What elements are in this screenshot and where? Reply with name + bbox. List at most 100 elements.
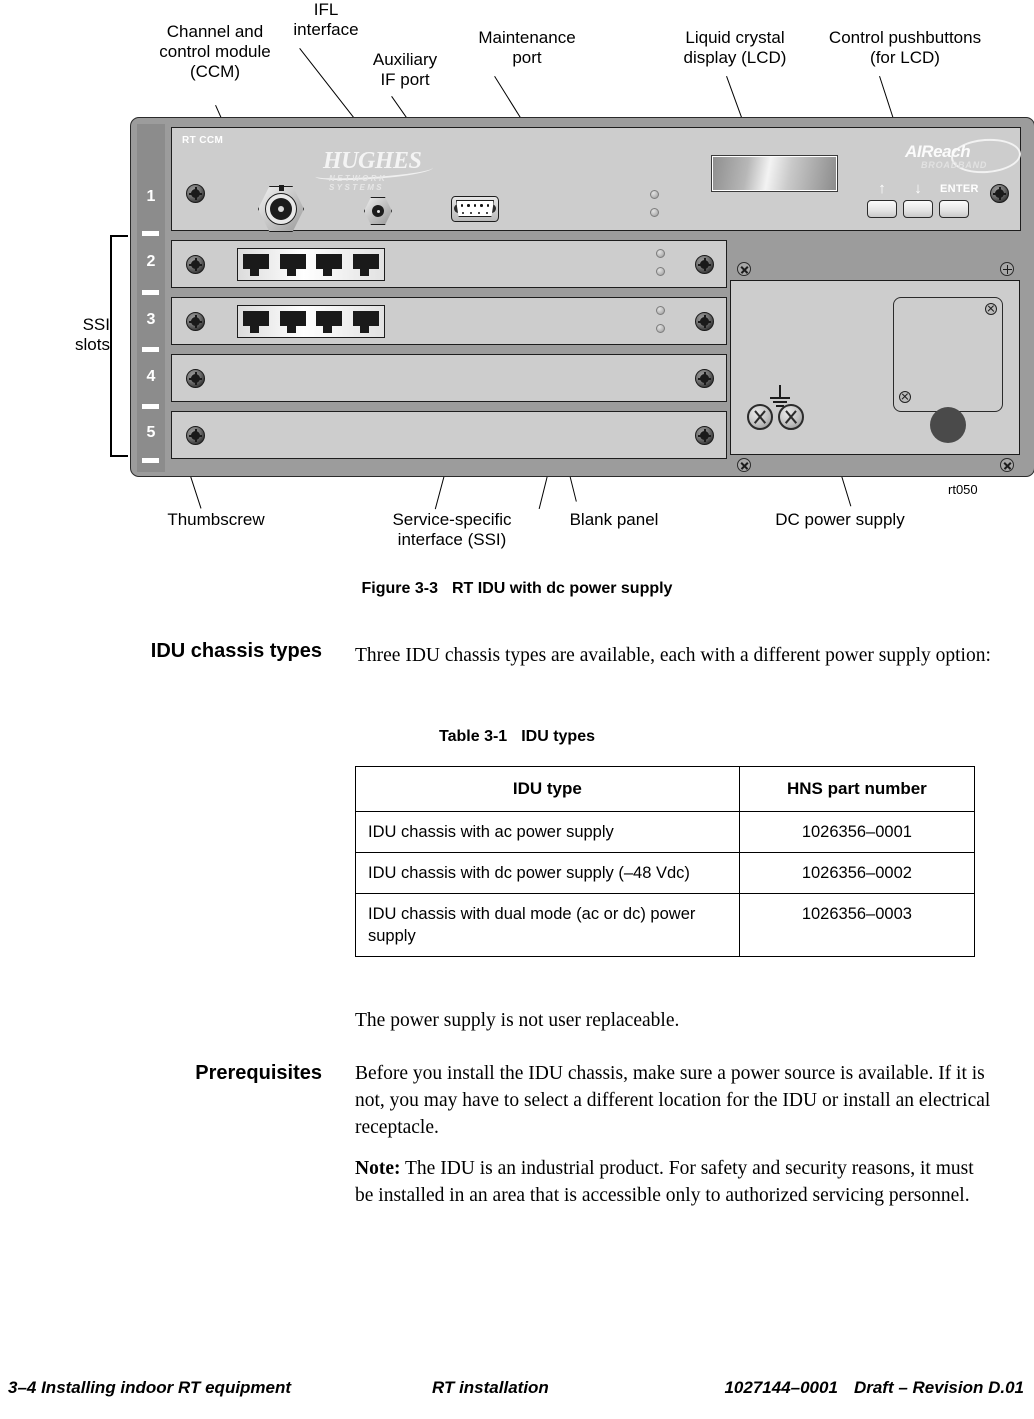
cell-idu-type: IDU chassis with dual mode (ac or dc) po… xyxy=(355,893,740,957)
paragraph-idu-chassis-types-intro: Three IDU chassis types are available, e… xyxy=(355,645,991,666)
paragraph-prerequisites: Before you install the IDU chassis, make… xyxy=(355,1063,991,1138)
footer-left: 3–4 Installing indoor RT equipment xyxy=(8,1378,292,1397)
rj45-port[interactable] xyxy=(243,310,270,333)
rj45-port-block-slot-2[interactable] xyxy=(237,248,385,281)
status-led-2 xyxy=(650,208,659,217)
callout-label-auxiliary-if-port: Auxiliary IF port xyxy=(372,50,438,89)
blank-panel-slot-5 xyxy=(171,411,727,459)
callout-label-thumbscrew: Thumbscrew xyxy=(167,510,265,529)
dc-terminal-negative[interactable] xyxy=(747,404,773,430)
rj45-port[interactable] xyxy=(243,253,270,276)
rj45-port[interactable] xyxy=(316,310,343,333)
psu-screw-top-right xyxy=(1000,262,1014,276)
heading-idu-chassis-types: IDU chassis types xyxy=(150,640,322,662)
ssi-led-slot-3-b xyxy=(656,324,665,333)
table-header-row: IDU type HNS part number xyxy=(355,766,976,812)
aireach-wordmark: AIReach xyxy=(905,142,971,161)
paragraph-power-supply-not-replaceable: The power supply is not user replaceable… xyxy=(355,1010,680,1031)
maintenance-port-connector[interactable] xyxy=(437,195,513,223)
footer-revision: Draft – Revision D.01 xyxy=(853,1378,1024,1397)
footer-part-number: 1027144–0001 xyxy=(724,1378,838,1397)
ssi-slots-label: SSI slots xyxy=(75,315,110,354)
cell-part-number: 1026356–0002 xyxy=(738,852,976,894)
rail-tick-2 xyxy=(142,290,159,295)
ifl-interface-connector[interactable] xyxy=(258,185,304,232)
rail-tick-5 xyxy=(142,458,159,463)
hughes-wordmark: HUGHES xyxy=(323,148,422,174)
rail-tick-3 xyxy=(142,347,159,352)
callout-label-ifl-interface: IFL interface xyxy=(293,0,359,39)
cell-idu-type: IDU chassis with dc power supply (–48 Vd… xyxy=(355,852,740,894)
ssi-card-slot-2 xyxy=(171,240,727,288)
table-title-number: Table 3-1 xyxy=(439,728,508,745)
psu-screw-bottom-left xyxy=(737,458,751,472)
psu-screw-top-left xyxy=(737,262,751,276)
down-pushbutton[interactable] xyxy=(903,200,933,218)
cover-screw-bottom-left xyxy=(899,391,911,403)
auxiliary-if-port-connector[interactable] xyxy=(364,197,392,225)
blank-panel-slot-4 xyxy=(171,354,727,402)
ssi-card-slot-3 xyxy=(171,297,727,345)
rail-tick-4 xyxy=(142,404,159,409)
psu-screw-bottom-right xyxy=(1000,458,1014,472)
ssi-led-slot-3-a xyxy=(656,306,665,315)
figure-caption: Figure 3-3 RT IDU with dc power supply xyxy=(0,580,1034,598)
thumbscrew-slot-4-left[interactable] xyxy=(186,369,205,388)
table-header-idu-type: IDU type xyxy=(355,766,740,812)
rj45-port[interactable] xyxy=(352,310,379,333)
callout-label-dc-power-supply: DC power supply xyxy=(775,510,905,529)
table-row: IDU chassis with ac power supply 1026356… xyxy=(355,811,976,853)
rj45-port[interactable] xyxy=(316,253,343,276)
ccm-card: RT CCM HUGHES NETWORK SYSTEMS AIReach BR… xyxy=(171,127,1023,232)
up-arrow-icon: ↑ xyxy=(878,180,886,197)
callout-label-lcd: Liquid crystal display (LCD) xyxy=(683,28,787,67)
thumbscrew-slot-5-left[interactable] xyxy=(186,426,205,445)
enter-pushbutton[interactable] xyxy=(939,200,969,218)
table-header-hns-part-number: HNS part number xyxy=(738,766,976,812)
thumbscrew-slot-4-right[interactable] xyxy=(695,369,714,388)
thumbscrew-slot-2-right[interactable] xyxy=(695,255,714,274)
status-led-1 xyxy=(650,190,659,199)
slot-number-2: 2 xyxy=(146,253,156,270)
thumbscrew-slot-2-left[interactable] xyxy=(186,255,205,274)
liquid-crystal-display xyxy=(711,155,838,192)
rj45-port[interactable] xyxy=(279,253,306,276)
figure-caption-text: RT IDU with dc power supply xyxy=(452,580,673,597)
dc-psu-knob[interactable] xyxy=(930,407,966,443)
hughes-subtitle: NETWORK SYSTEMS xyxy=(329,174,388,192)
thumbscrew-ccm-left[interactable] xyxy=(186,184,205,203)
callout-label-maintenance-port: Maintenance port xyxy=(478,28,576,67)
slot-number-5: 5 xyxy=(146,424,156,441)
heading-prerequisites: Prerequisites xyxy=(195,1062,322,1084)
note-block: Note: The IDU is an industrial product. … xyxy=(355,1155,995,1209)
table-row: IDU chassis with dual mode (ac or dc) po… xyxy=(355,893,976,957)
figure-rt-idu-dc-power-supply: Channel and control module (CCM) IFL int… xyxy=(0,0,1034,620)
callout-label-ssi: Service-specific interface (SSI) xyxy=(392,510,512,549)
note-label: Note: xyxy=(355,1158,401,1179)
thumbscrew-slot-5-right[interactable] xyxy=(695,426,714,445)
rail-tick-1 xyxy=(142,231,159,236)
slot-number-3: 3 xyxy=(146,311,156,328)
slot-number-4: 4 xyxy=(146,368,156,385)
note-text: The IDU is an industrial product. For sa… xyxy=(355,1158,974,1206)
rj45-port-block-slot-3[interactable] xyxy=(237,305,385,338)
cell-part-number: 1026356–0001 xyxy=(738,811,976,853)
thumbscrew-slot-3-left[interactable] xyxy=(186,312,205,331)
callout-label-ccm: Channel and control module (CCM) xyxy=(159,22,271,81)
idu-types-table: IDU type HNS part number IDU chassis wit… xyxy=(355,766,976,957)
dc-terminal-positive[interactable] xyxy=(778,404,804,430)
footer-middle: RT installation xyxy=(432,1378,549,1397)
aireach-subtitle: BROADBAND xyxy=(921,160,988,170)
thumbscrew-ccm-right[interactable] xyxy=(990,184,1009,203)
callout-label-blank-panel: Blank panel xyxy=(569,510,659,529)
figure-id-label: rt050 xyxy=(948,482,978,497)
figure-caption-number: Figure 3-3 xyxy=(361,580,438,597)
ccm-card-label: RT CCM xyxy=(182,135,224,146)
rj45-port[interactable] xyxy=(279,310,306,333)
down-arrow-icon: ↓ xyxy=(914,180,922,197)
up-pushbutton[interactable] xyxy=(867,200,897,218)
thumbscrew-slot-3-right[interactable] xyxy=(695,312,714,331)
rj45-port[interactable] xyxy=(352,253,379,276)
table-title: Table 3-1 IDU types xyxy=(0,728,1034,746)
callout-label-control-pushbuttons: Control pushbuttons (for LCD) xyxy=(828,28,982,67)
